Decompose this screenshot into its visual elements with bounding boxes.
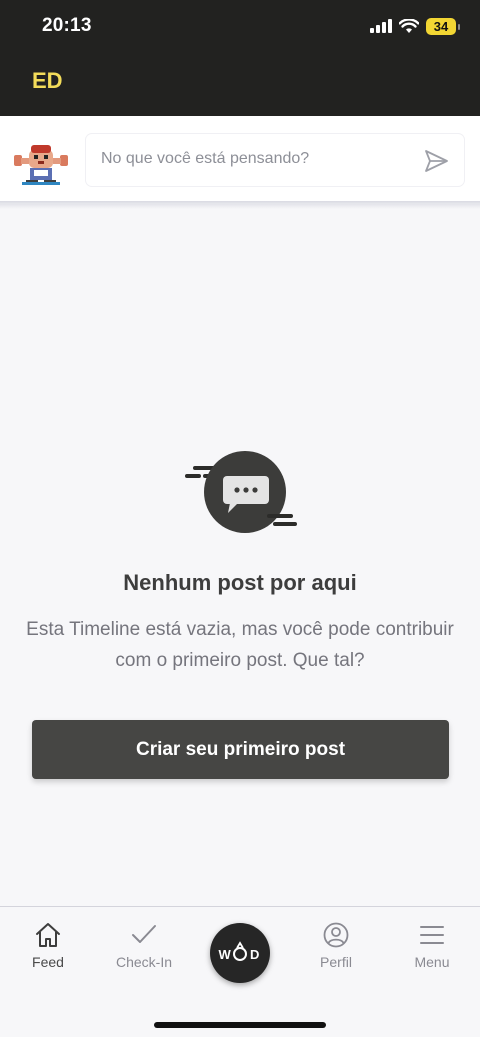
- tab-feed[interactable]: Feed: [0, 922, 96, 970]
- battery-level: 34: [433, 18, 449, 34]
- tab-label-perfil: Perfil: [320, 954, 352, 970]
- check-icon: [132, 925, 156, 943]
- svg-text:W: W: [219, 947, 232, 962]
- page-title: ED: [32, 68, 63, 93]
- empty-state-title: Nenhum post por aqui: [123, 570, 357, 595]
- tab-check-in[interactable]: Check-In: [96, 922, 192, 970]
- hamburger-icon: [420, 926, 444, 944]
- tab-label-menu: Menu: [414, 954, 450, 970]
- wod-center-button[interactable]: W D: [210, 923, 270, 983]
- home-indicator: [154, 1022, 326, 1028]
- composer-divider: [0, 201, 480, 209]
- tab-label-feed: Feed: [32, 954, 64, 970]
- wifi-icon: [399, 18, 419, 33]
- status-time: 20:13: [42, 15, 92, 36]
- svg-text:D: D: [250, 947, 259, 962]
- avatar[interactable]: [12, 142, 70, 188]
- cellular-signal-icon: [370, 19, 392, 33]
- profile-icon: [323, 922, 349, 948]
- tab-perfil[interactable]: Perfil: [288, 922, 384, 970]
- tab-label-check-in: Check-In: [115, 954, 173, 970]
- tab-menu[interactable]: Menu: [384, 922, 480, 970]
- battery-indicator: 34: [426, 17, 460, 35]
- create-first-post-button[interactable]: Criar seu primeiro post: [32, 720, 449, 779]
- wod-logo-icon: W D: [219, 941, 259, 962]
- top-app-bar: 20:13 34 ED: [0, 0, 480, 116]
- send-icon[interactable]: [422, 147, 450, 175]
- status-icons: 34: [370, 15, 460, 37]
- chat-bubble-icon: [185, 451, 297, 533]
- home-icon: [36, 923, 60, 947]
- composer-placeholder: No que você está pensando?: [101, 150, 310, 167]
- empty-state-description: Esta Timeline está vazia, mas você pode …: [26, 619, 454, 671]
